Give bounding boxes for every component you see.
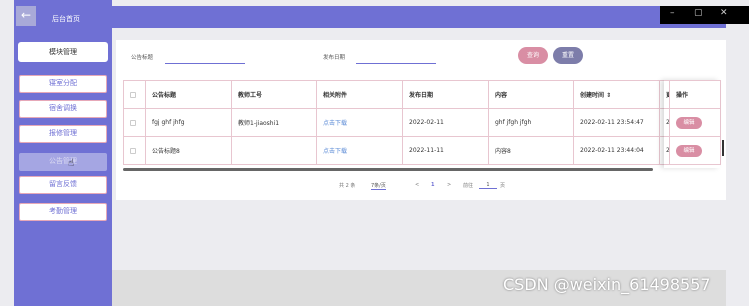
goto-input[interactable]: 1: [479, 182, 497, 189]
cell-created: 2022-02-11 23:54:47: [573, 108, 660, 137]
col-date: 发布日期: [402, 80, 489, 109]
prev-page-icon[interactable]: <: [415, 182, 419, 188]
date-search-label: 发布日期: [323, 55, 346, 61]
cell-action: 编辑: [669, 108, 721, 137]
sidebar-item-announcements[interactable]: 公告管理: [19, 153, 107, 171]
cell-content: 内容8: [488, 136, 574, 165]
row-checkbox[interactable]: [123, 136, 146, 165]
col-content: 内容: [488, 80, 574, 109]
col-attachment: 相关附件: [316, 80, 403, 109]
sort-icon[interactable]: ⇕: [606, 92, 611, 99]
cell-title: fgj ghf jhfg: [145, 108, 232, 137]
module-management-title: 模块管理: [18, 42, 108, 62]
sidebar-item-attendance[interactable]: 考勤管理: [19, 203, 107, 221]
cell-date: 2022-02-11: [402, 108, 489, 137]
pager-total: 共 2 条: [339, 183, 356, 189]
back-arrow-icon[interactable]: ←: [16, 6, 36, 26]
col-created[interactable]: 创建时间 ⇕: [573, 80, 660, 109]
watermark: CSDN @weixin_61498557: [503, 275, 711, 294]
cell-attachment[interactable]: 点击下载: [316, 136, 403, 165]
vertical-scrollbar[interactable]: [722, 140, 724, 156]
sidebar-item-repair[interactable]: 报修管理: [19, 125, 107, 143]
cell-extra: 20: [659, 108, 670, 137]
select-all-checkbox[interactable]: [123, 80, 146, 109]
col-extra: 更: [659, 80, 670, 109]
cell-attachment[interactable]: 点击下载: [316, 108, 403, 137]
date-search-input[interactable]: [356, 63, 436, 64]
maximize-icon[interactable]: ▢: [694, 8, 703, 18]
sidebar-item-feedback[interactable]: 留言反馈: [19, 176, 107, 194]
cell-date: 2022-11-11: [402, 136, 489, 165]
col-action: 操作: [669, 80, 721, 109]
cell-extra: 20: [659, 136, 670, 165]
col-created-label: 创建时间: [580, 92, 605, 99]
hand-cursor-icon: ☝: [68, 158, 75, 169]
sidebar-item-dorm-swap[interactable]: 宿舍调换: [19, 100, 107, 118]
sidebar-item-dorm-assign[interactable]: 寝室分配: [19, 75, 107, 93]
cell-created: 2022-02-11 23:44:04: [573, 136, 660, 165]
row-checkbox[interactable]: [123, 108, 146, 137]
page-unit-label: 页: [500, 183, 506, 189]
cell-action: 编辑: [669, 136, 721, 165]
table-row: 公告标题8 点击下载 2022-11-11 内容8 2022-02-11 23:…: [123, 136, 721, 165]
minimize-icon[interactable]: –: [670, 8, 675, 18]
window-controls: – ▢ ✕: [660, 6, 749, 24]
page-size-select[interactable]: 7条/页: [371, 182, 386, 190]
col-title: 公告标题: [145, 80, 232, 109]
query-button[interactable]: 查询: [518, 47, 548, 64]
cell-title: 公告标题8: [145, 136, 232, 165]
title-search-input[interactable]: [165, 63, 245, 64]
col-teacher: 教师工号: [231, 80, 317, 109]
cell-teacher: [231, 136, 317, 165]
horizontal-scrollbar[interactable]: [123, 168, 653, 171]
page-number-1[interactable]: 1: [431, 182, 434, 188]
cell-teacher: 教师1-jiaoshi1: [231, 108, 317, 137]
table-header-row: 公告标题 教师工号 相关附件 发布日期 内容 创建时间 ⇕ 更 操作: [123, 80, 721, 109]
announcement-table: 公告标题 教师工号 相关附件 发布日期 内容 创建时间 ⇕ 更 操作 fgj g…: [123, 80, 721, 165]
next-page-icon[interactable]: >: [447, 182, 451, 188]
edit-button[interactable]: 编辑: [676, 144, 702, 157]
cell-content: ghf jfgh jfgh: [488, 108, 574, 137]
close-icon[interactable]: ✕: [720, 8, 728, 18]
edit-button[interactable]: 编辑: [676, 116, 702, 129]
table-row: fgj ghf jhfg 教师1-jiaoshi1 点击下载 2022-02-1…: [123, 108, 721, 137]
reset-button[interactable]: 重置: [553, 47, 583, 64]
goto-label: 前往: [463, 183, 474, 189]
top-bar: [112, 6, 726, 28]
home-link[interactable]: 后台首页: [52, 14, 80, 24]
title-search-label: 公告标题: [131, 55, 154, 61]
